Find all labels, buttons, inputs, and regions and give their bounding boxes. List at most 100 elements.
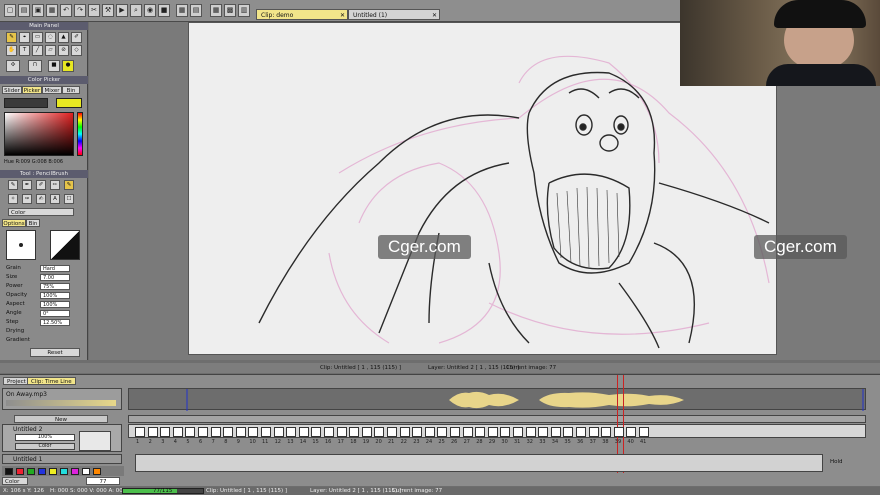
audio-track-lane[interactable] — [128, 388, 866, 411]
new-layer-button[interactable]: New — [14, 415, 108, 423]
tab-options[interactable]: Options — [2, 219, 26, 227]
swatch-magenta[interactable] — [71, 468, 79, 475]
eyedropper-icon[interactable]: ⊘ — [58, 45, 69, 56]
layer-2-header[interactable]: Untitled 1 — [2, 454, 122, 464]
mesh-icon[interactable]: ▩ — [224, 4, 236, 17]
swatch-black[interactable] — [5, 468, 13, 475]
transform-icon[interactable]: ✣ — [6, 60, 20, 72]
frame-cell[interactable] — [298, 427, 309, 437]
frame-cell[interactable] — [223, 427, 234, 437]
swatch-orange[interactable] — [93, 468, 101, 475]
frame-cell[interactable] — [273, 427, 284, 437]
grain-select[interactable]: Hard — [40, 265, 70, 272]
frame-cell[interactable] — [588, 427, 599, 437]
tab-clip-timeline[interactable]: Clip: Time Line — [27, 377, 76, 385]
foreground-color-swatch[interactable] — [4, 98, 48, 108]
line-icon[interactable]: ╱ — [32, 45, 43, 56]
tab-slider[interactable]: Slider — [2, 86, 22, 94]
crayon-icon[interactable]: ✏ — [50, 180, 60, 190]
shape-icon[interactable]: ◇ — [71, 45, 82, 56]
zoom-icon[interactable]: ⌕ — [130, 4, 142, 17]
frame-cell[interactable] — [172, 427, 183, 437]
frame-cell[interactable] — [135, 427, 145, 437]
tab-bin[interactable]: Bin — [62, 86, 80, 94]
frame-cell[interactable] — [248, 427, 259, 437]
select-icon[interactable]: ⌖ — [19, 32, 30, 43]
frame-cell[interactable] — [361, 427, 372, 437]
frame-cell[interactable] — [399, 427, 410, 437]
frame-cell[interactable] — [374, 427, 385, 437]
frame-cell[interactable] — [475, 427, 486, 437]
frame-cell[interactable] — [185, 427, 196, 437]
hand-icon[interactable]: ✋ — [6, 45, 17, 56]
swatch-green[interactable] — [27, 468, 35, 475]
new-file-icon[interactable]: ▢ — [4, 4, 16, 17]
frame-cell[interactable] — [576, 427, 586, 437]
active-pencil-icon[interactable]: ✎ — [64, 180, 74, 190]
swatch-cyan[interactable] — [60, 468, 68, 475]
frame-cell[interactable] — [235, 427, 246, 437]
frame-cell[interactable] — [538, 427, 549, 437]
close-icon[interactable]: ✕ — [340, 10, 345, 21]
swatch-yellow[interactable] — [49, 468, 57, 475]
frame-cell[interactable] — [613, 427, 624, 437]
brush-icon[interactable]: ✐ — [71, 32, 82, 43]
layers-icon[interactable]: ▤ — [190, 4, 202, 17]
play-icon[interactable]: ▶ — [116, 4, 128, 17]
frame-cell[interactable] — [286, 427, 297, 437]
aspect-field[interactable]: 100% — [40, 301, 70, 308]
print-icon[interactable]: ▦ — [46, 4, 58, 17]
hue-slider[interactable] — [77, 112, 83, 156]
frame-cell[interactable] — [487, 427, 498, 437]
layer-1-frames[interactable] — [128, 375, 866, 473]
swatch-blue[interactable] — [38, 468, 46, 475]
layer-opacity-field[interactable]: 100% — [15, 434, 75, 441]
eraser-icon[interactable]: ▱ — [45, 45, 56, 56]
timeline-color-select[interactable]: Color — [2, 477, 28, 485]
tools-icon[interactable]: ⚒ — [102, 4, 114, 17]
scissors-icon[interactable]: ✂ — [88, 4, 100, 17]
layer-mode-select[interactable]: Color — [15, 443, 75, 450]
frame-cell[interactable] — [513, 427, 523, 437]
frame-cell[interactable] — [311, 427, 322, 437]
grid-icon[interactable]: ▦ — [176, 4, 188, 17]
frame-cell[interactable] — [387, 427, 397, 437]
smudge-icon[interactable]: ☐ — [64, 194, 74, 204]
frame-cell[interactable] — [324, 427, 334, 437]
tab-mixer[interactable]: Mixer — [42, 86, 62, 94]
paint-icon[interactable]: ✑ — [22, 194, 32, 204]
frame-cell[interactable] — [563, 427, 574, 437]
text-icon[interactable]: T — [19, 45, 30, 56]
swatch-white[interactable] — [82, 468, 90, 475]
yellow-dot-icon[interactable]: ● — [62, 60, 74, 72]
close-icon[interactable]: ✕ — [432, 10, 437, 21]
red-square-icon[interactable]: ■ — [158, 4, 170, 17]
rectangle-icon[interactable]: ▭ — [32, 32, 43, 43]
save-icon[interactable]: ▣ — [32, 4, 44, 17]
ink-icon[interactable]: ✍ — [36, 194, 46, 204]
pen-icon[interactable]: ✒ — [22, 180, 32, 190]
layer-2-lane[interactable] — [135, 454, 823, 472]
frame-number-field[interactable]: 77 — [86, 477, 120, 485]
text-tool-icon[interactable]: A — [50, 194, 60, 204]
frame-cell[interactable] — [525, 427, 536, 437]
lasso-icon[interactable]: ◌ — [45, 32, 56, 43]
audio-volume-bar[interactable] — [6, 400, 116, 406]
step-field[interactable]: 12.50% — [40, 319, 70, 326]
size-field[interactable]: 7.00 — [40, 274, 70, 281]
frame-cell[interactable] — [450, 427, 460, 437]
color-select[interactable]: Color — [8, 208, 74, 216]
tab-project[interactable]: Project — [3, 377, 30, 385]
power-field[interactable]: 75% — [40, 283, 70, 290]
square-tool-icon[interactable]: ■ — [48, 60, 60, 72]
frame-icon[interactable]: ▥ — [238, 4, 250, 17]
tab-clip-demo[interactable]: Clip: demo ✕ — [256, 9, 348, 20]
frame-cell[interactable] — [639, 427, 649, 437]
layer-1-header[interactable]: Untitled 2 100% Color — [2, 424, 122, 452]
frame-cell[interactable] — [601, 427, 612, 437]
table-icon[interactable]: ▦ — [210, 4, 222, 17]
frame-cell[interactable] — [462, 427, 473, 437]
undo-icon[interactable]: ↶ — [60, 4, 72, 17]
pencil-brush-icon[interactable]: ✎ — [8, 180, 18, 190]
frame-cell[interactable] — [210, 427, 221, 437]
